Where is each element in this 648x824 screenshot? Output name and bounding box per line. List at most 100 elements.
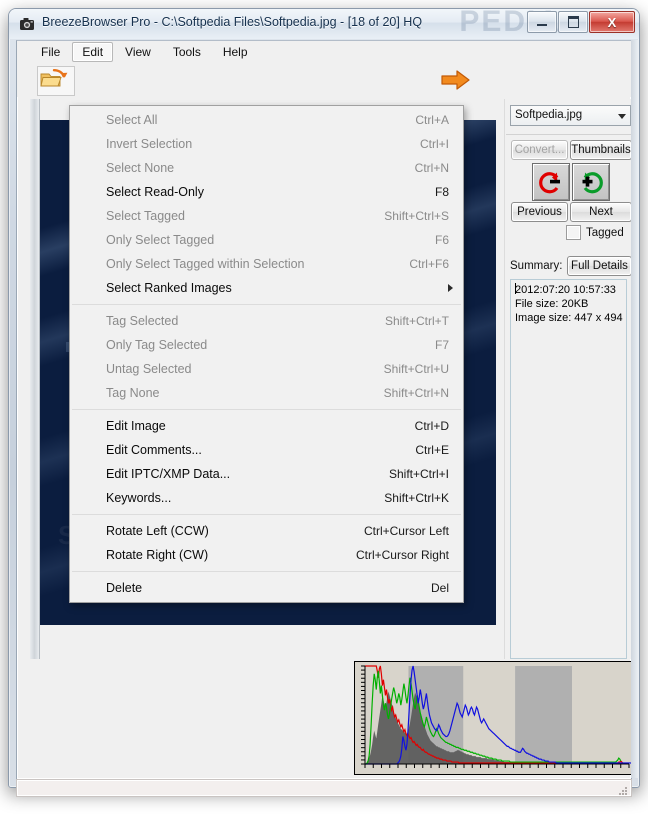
tagged-checkbox-row[interactable]: Tagged	[566, 225, 624, 240]
resize-grip-icon[interactable]	[618, 784, 628, 795]
summary-box[interactable]: 2012:07:20 10:57:33 File size: 20KB Imag…	[510, 279, 627, 659]
application-window: PEDIA BreezeBrowser Pro - C:\Softpedia F…	[8, 8, 640, 797]
menu-item-label: Edit Comments...	[106, 443, 202, 457]
menu-item-select-none[interactable]: Select None Ctrl+N	[70, 156, 463, 180]
menu-item-accelerator: Shift+Ctrl+S	[384, 209, 449, 223]
window-right-gutter	[631, 40, 639, 778]
menu-separator	[72, 571, 461, 572]
menu-item-label: Delete	[106, 581, 143, 595]
menu-item-accelerator: Ctrl+D	[414, 419, 449, 433]
histogram-zone-band-2	[463, 666, 516, 764]
menu-item-accelerator: F6	[434, 233, 449, 247]
menu-item-label: Only Select Tagged	[106, 233, 215, 247]
menu-item-edit-comments[interactable]: Edit Comments... Ctrl+E	[70, 438, 463, 462]
close-button[interactable]: X	[589, 11, 635, 33]
menu-item-select-tagged[interactable]: Select Tagged Shift+Ctrl+S	[70, 204, 463, 228]
menu-item-accelerator: Ctrl+E	[415, 443, 449, 457]
menu-item-label: Rotate Left (CCW)	[106, 524, 209, 538]
thumbnails-button[interactable]: Thumbnails	[570, 140, 631, 160]
edit-dropdown-menu[interactable]: Select All Ctrl+A Invert Selection Ctrl+I Se…	[69, 105, 464, 603]
chevron-down-icon	[618, 114, 626, 119]
minimize-icon	[537, 24, 547, 26]
histogram-chart	[361, 665, 631, 768]
window-controls: X	[527, 11, 635, 33]
maximize-button[interactable]	[558, 11, 588, 33]
tagged-label: Tagged	[586, 226, 624, 239]
menu-item-select-all[interactable]: Select All Ctrl+A	[70, 108, 463, 132]
menubar-item-tools[interactable]: Tools	[163, 42, 211, 62]
sidebar-divider	[506, 134, 631, 135]
menu-item-invert-selection[interactable]: Invert Selection Ctrl+I	[70, 132, 463, 156]
menu-item-select-ranked-images[interactable]: Select Ranked Images	[70, 276, 463, 300]
menu-item-accelerator: Del	[430, 581, 449, 595]
menu-item-tag-selected[interactable]: Tag Selected Shift+Ctrl+T	[70, 309, 463, 333]
menu-item-keywords[interactable]: Keywords... Shift+Ctrl+K	[70, 486, 463, 510]
rotate-right-button[interactable]	[572, 163, 610, 201]
open-folder-icon	[40, 69, 68, 87]
menubar-item-help[interactable]: Help	[213, 42, 258, 62]
orange-right-arrow-icon[interactable]	[441, 69, 471, 91]
full-details-button[interactable]: Full Details	[567, 256, 631, 276]
menu-item-delete[interactable]: Delete Del	[70, 576, 463, 600]
menu-item-label: Only Select Tagged within Selection	[106, 257, 305, 271]
menu-item-rotate-left-ccw[interactable]: Rotate Left (CCW) Ctrl+Cursor Left	[70, 519, 463, 543]
tagged-checkbox[interactable]	[566, 225, 581, 240]
rotate-left-button[interactable]	[532, 163, 570, 201]
menu-item-label: Rotate Right (CW)	[106, 548, 209, 562]
summary-line-datetime: 2012:07:20 10:57:33	[515, 283, 616, 296]
menu-item-label: Only Tag Selected	[106, 338, 208, 352]
menu-item-label: Edit Image	[106, 419, 166, 433]
rotate-right-icon	[582, 172, 603, 194]
histogram-panel	[354, 661, 631, 775]
menu-item-edit-iptc-xmp-data[interactable]: Edit IPTC/XMP Data... Shift+Ctrl+I	[70, 462, 463, 486]
image-vertical-scrollbar[interactable]	[30, 99, 40, 659]
menu-item-label: Tag None	[106, 386, 160, 400]
rotate-left-icon	[539, 172, 560, 194]
camera-icon	[20, 18, 34, 30]
menu-item-untag-selected[interactable]: Untag Selected Shift+Ctrl+U	[70, 357, 463, 381]
filename-combo-value: Softpedia.jpg	[515, 109, 583, 121]
menu-item-accelerator: F8	[434, 185, 449, 199]
summary-label: Summary:	[510, 260, 563, 272]
filename-combo[interactable]: Softpedia.jpg	[510, 105, 631, 126]
menubar-item-view[interactable]: View	[115, 42, 161, 62]
menu-item-rotate-right-cw[interactable]: Rotate Right (CW) Ctrl+Cursor Right	[70, 543, 463, 567]
submenu-arrow-icon	[448, 284, 453, 292]
menu-bar: File Edit View Tools Help	[17, 41, 631, 63]
histogram-zone-band-4	[572, 666, 629, 764]
title-bar: PEDIA BreezeBrowser Pro - C:\Softpedia F…	[9, 9, 639, 39]
menu-item-accelerator: Shift+Ctrl+T	[384, 314, 449, 328]
minimize-button[interactable]	[527, 11, 557, 33]
menu-item-label: Edit IPTC/XMP Data...	[106, 467, 231, 481]
menu-item-accelerator: Ctrl+A	[415, 113, 449, 127]
menu-item-select-read-only[interactable]: Select Read-Only F8	[70, 180, 463, 204]
menu-item-accelerator: Shift+Ctrl+N	[383, 386, 449, 400]
previous-button[interactable]: Previous	[511, 202, 568, 222]
app-screenshot: PEDIA BreezeBrowser Pro - C:\Softpedia F…	[0, 0, 648, 824]
menu-item-label: Select Read-Only	[106, 185, 204, 199]
menu-item-only-select-tagged[interactable]: Only Select Tagged F6	[70, 228, 463, 252]
menu-item-only-tag-selected[interactable]: Only Tag Selected F7	[70, 333, 463, 357]
menu-item-label: Select Ranked Images	[106, 281, 232, 295]
menu-item-accelerator: Ctrl+Cursor Left	[363, 524, 449, 538]
next-button[interactable]: Next	[570, 202, 631, 222]
menu-item-tag-none[interactable]: Tag None Shift+Ctrl+N	[70, 381, 463, 405]
maximize-icon	[567, 16, 579, 28]
toolbar	[17, 63, 631, 97]
menu-item-label: Select All	[106, 113, 158, 127]
menu-item-edit-image[interactable]: Edit Image Ctrl+D	[70, 414, 463, 438]
status-bar	[16, 779, 632, 797]
open-folder-button[interactable]	[37, 66, 75, 96]
client-area: File Edit View Tools Help Softpedia.jpg …	[16, 40, 632, 780]
window-title: BreezeBrowser Pro - C:\Softpedia Files\S…	[42, 15, 423, 29]
close-icon: X	[607, 14, 617, 30]
menu-item-only-select-tagged-within-selection[interactable]: Only Select Tagged within Selection Ctrl+…	[70, 252, 463, 276]
menu-separator	[72, 514, 461, 515]
menu-item-label: Tag Selected	[106, 314, 179, 328]
menu-item-accelerator: Ctrl+N	[414, 161, 449, 175]
menubar-item-file[interactable]: File	[31, 42, 70, 62]
menubar-item-edit[interactable]: Edit	[72, 42, 114, 62]
convert-button[interactable]: Convert...	[511, 140, 568, 160]
menu-item-accelerator: F7	[434, 338, 449, 352]
summary-line-filesize: File size: 20KB	[515, 298, 589, 310]
